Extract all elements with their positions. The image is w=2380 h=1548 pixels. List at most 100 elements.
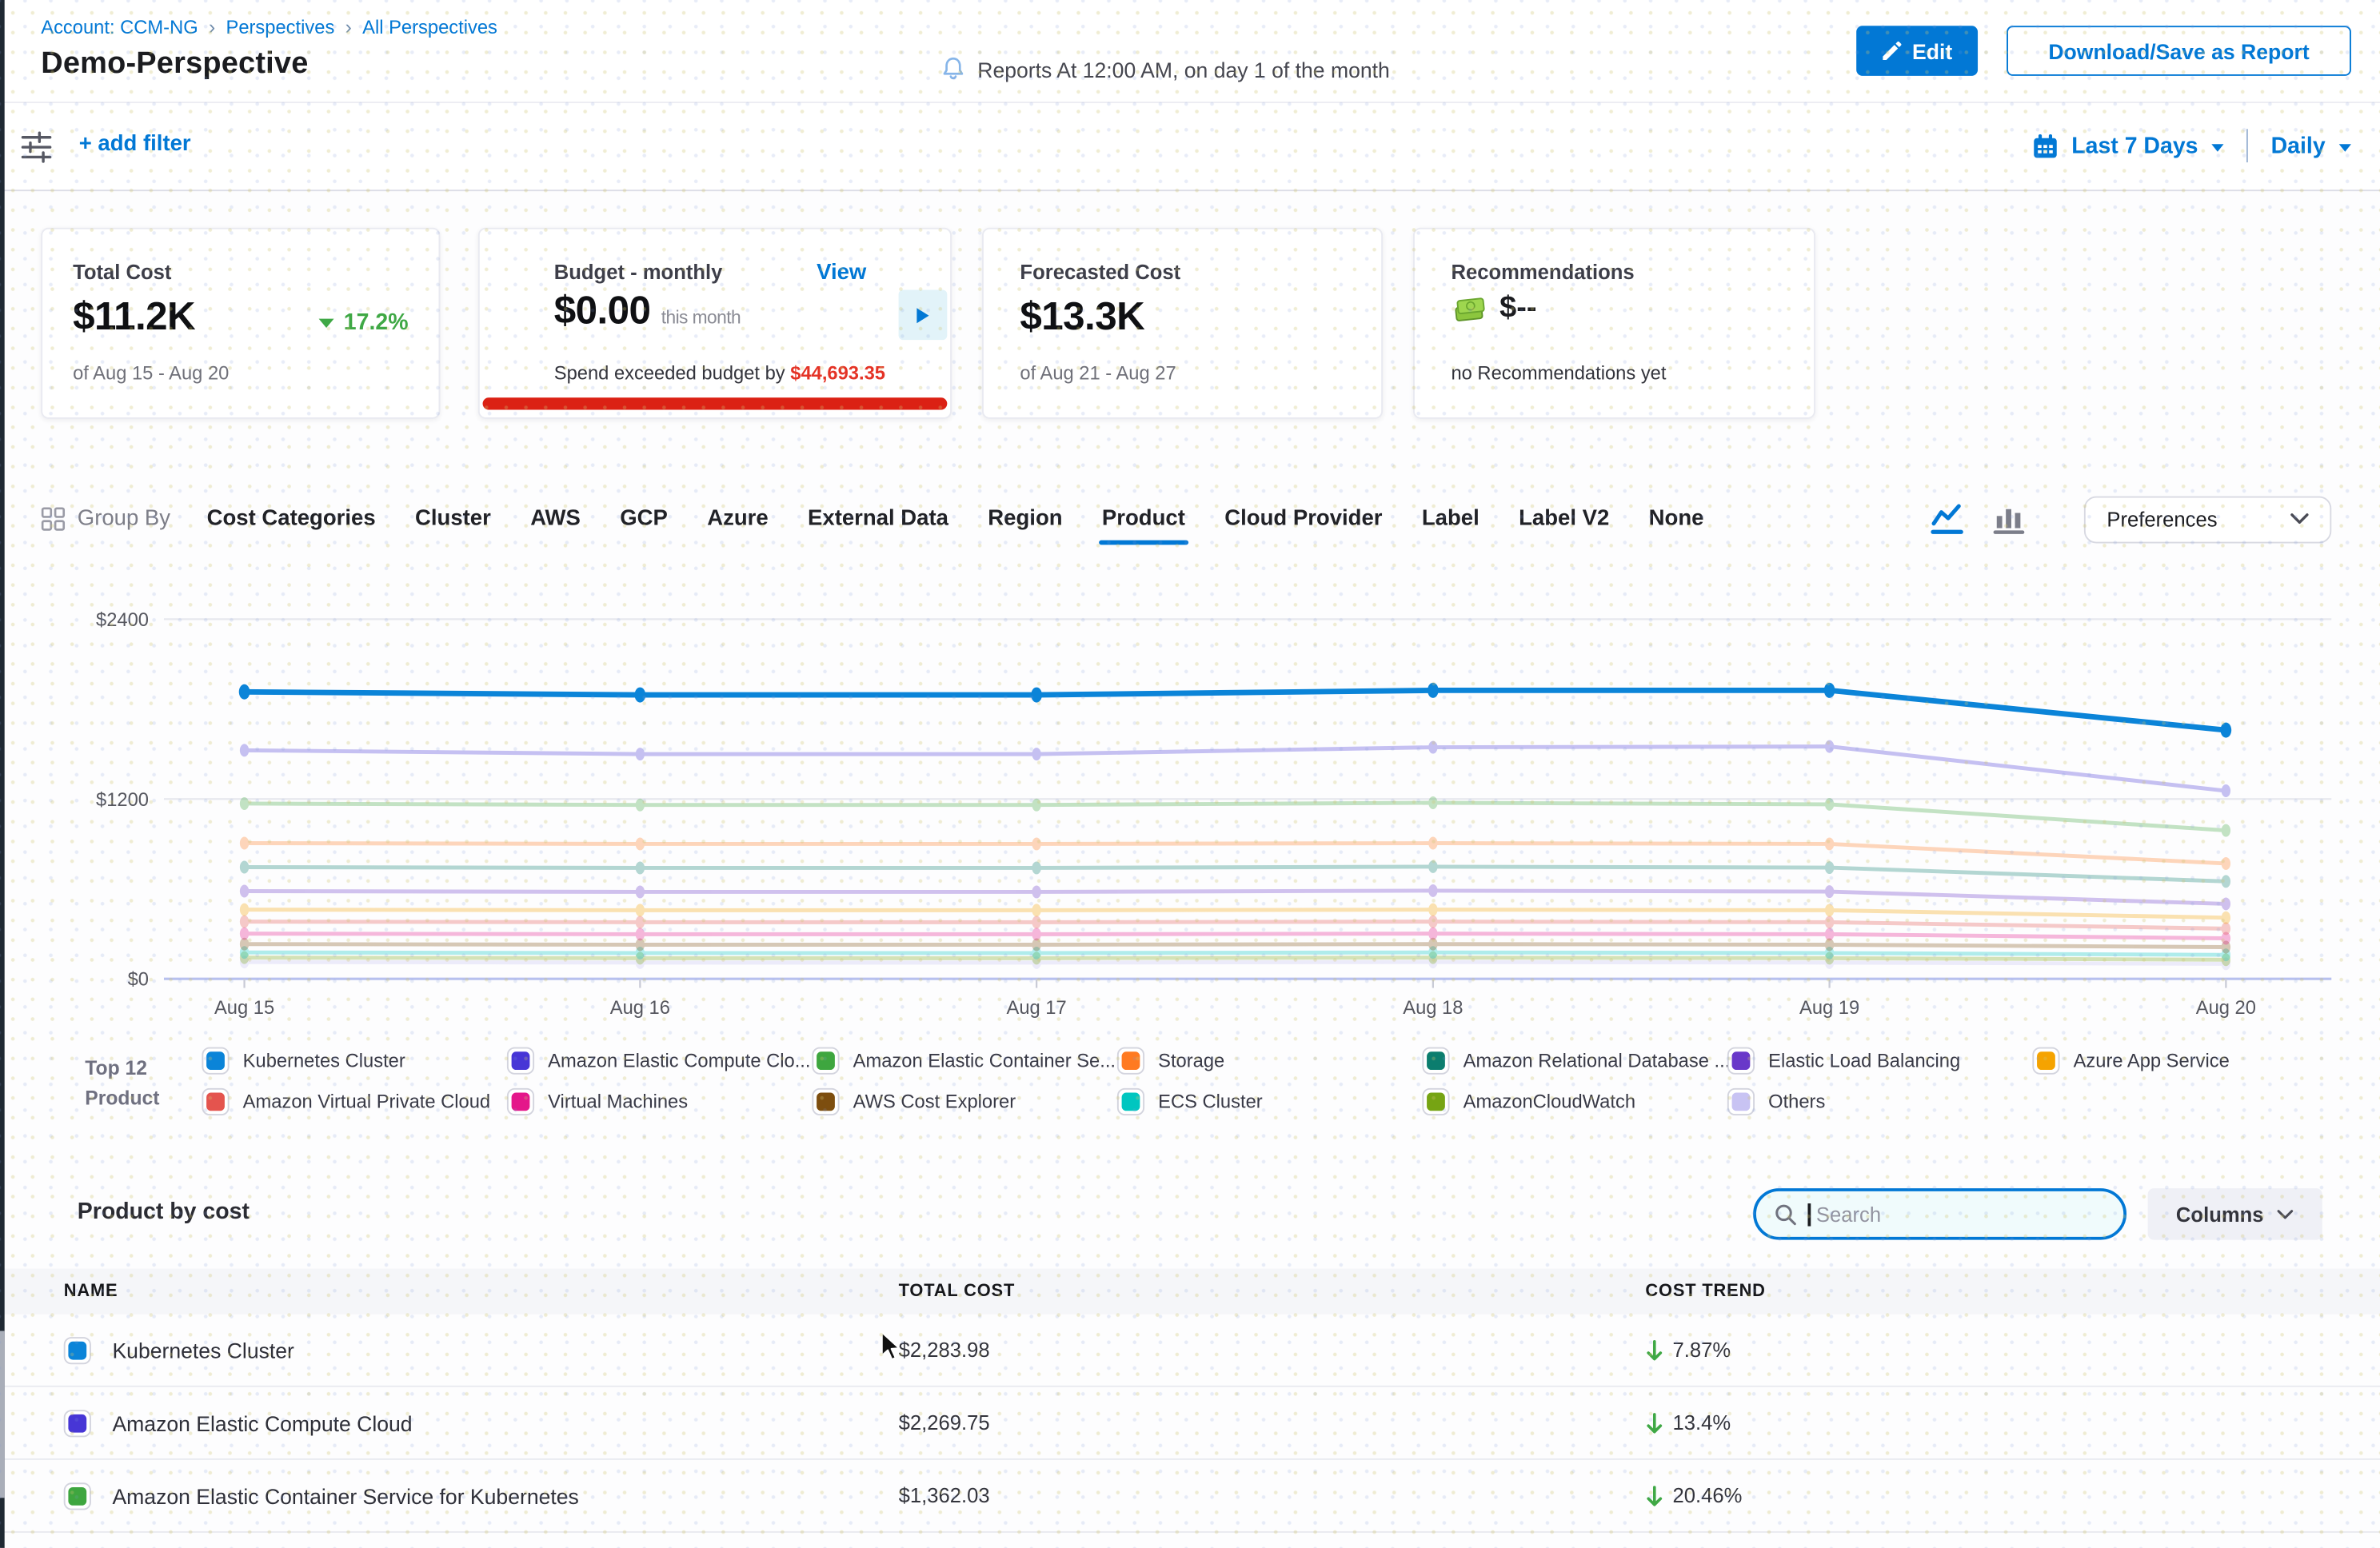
edit-button[interactable]: Edit [1856, 26, 1978, 76]
legend-item-amazoncloudwatch[interactable]: AmazonCloudWatch [1422, 1088, 1727, 1115]
tab-product[interactable]: Product [1102, 507, 1185, 531]
data-point-marker[interactable] [1824, 683, 1835, 698]
data-point-marker[interactable] [1428, 884, 1437, 897]
data-point-marker[interactable] [1428, 916, 1437, 928]
legend-item-aws-cost-explorer[interactable]: AWS Cost Explorer [812, 1088, 1116, 1115]
tab-region[interactable]: Region [988, 507, 1062, 531]
legend-item-elastic-load-balancing[interactable]: Elastic Load Balancing [1727, 1047, 2032, 1075]
date-range-caret-icon[interactable] [2212, 143, 2224, 150]
legend-item-storage[interactable]: Storage [1117, 1047, 1422, 1075]
data-point-marker[interactable] [636, 885, 645, 898]
series-kubernetes-cluster[interactable] [239, 683, 2231, 738]
data-point-marker[interactable] [636, 837, 645, 850]
data-point-marker[interactable] [240, 797, 249, 810]
filter-sliders-icon[interactable] [18, 129, 55, 166]
tab-cost-categories[interactable]: Cost Categories [207, 507, 376, 531]
data-point-marker[interactable] [636, 928, 645, 940]
data-point-marker[interactable] [2222, 857, 2230, 870]
breadcrumb-link-all-perspectives[interactable]: All Perspectives [362, 16, 497, 38]
data-point-marker[interactable] [1032, 916, 1040, 928]
data-point-marker[interactable] [636, 904, 645, 916]
data-point-marker[interactable] [1825, 740, 1834, 753]
line-chart-icon[interactable] [1931, 503, 1968, 535]
header-cost-trend[interactable]: COST TREND [1645, 1283, 2380, 1301]
data-point-marker[interactable] [1428, 904, 1437, 916]
series-amazon-elastic-container-service-for-kubernetes[interactable] [240, 796, 2230, 836]
data-point-marker[interactable] [636, 916, 645, 928]
header-total-cost[interactable]: TOTAL COST [899, 1283, 1646, 1301]
data-point-marker[interactable] [1825, 798, 1834, 811]
data-point-marker[interactable] [240, 916, 249, 928]
legend-item-others[interactable]: Others [1727, 1088, 2032, 1115]
data-point-marker[interactable] [2221, 723, 2232, 738]
data-point-marker[interactable] [1032, 928, 1040, 940]
data-point-marker[interactable] [1428, 796, 1437, 809]
data-point-marker[interactable] [636, 799, 645, 812]
legend-item-amazon-elastic-compute-clo[interactable]: Amazon Elastic Compute Clo... [507, 1047, 812, 1075]
data-point-marker[interactable] [1032, 861, 1040, 874]
budget-expand-button[interactable] [899, 290, 948, 341]
tab-cluster[interactable]: Cluster [415, 507, 491, 531]
data-point-marker[interactable] [239, 684, 250, 700]
data-point-marker[interactable] [636, 748, 645, 760]
legend-item-amazon-relational-database[interactable]: Amazon Relational Database ... [1422, 1047, 1727, 1075]
series-amazon-relational-database-service[interactable] [240, 860, 2230, 888]
data-point-marker[interactable] [2222, 824, 2230, 837]
tab-gcp[interactable]: GCP [620, 507, 668, 531]
scrollbar-thumb[interactable] [0, 1331, 5, 1498]
table-row-kubernetes-cluster[interactable]: Kubernetes Cluster$2,283.987.87% [0, 1315, 2380, 1387]
data-point-marker[interactable] [240, 744, 249, 756]
data-point-marker[interactable] [2222, 922, 2230, 935]
search-box[interactable] [1753, 1188, 2126, 1240]
data-point-marker[interactable] [1032, 904, 1040, 916]
tab-label[interactable]: Label [1422, 507, 1480, 531]
table-row-amazon-elastic-compute-cloud[interactable]: Amazon Elastic Compute Cloud$2,269.7513.… [0, 1387, 2380, 1460]
legend-item-kubernetes-cluster[interactable]: Kubernetes Cluster [202, 1047, 506, 1075]
data-point-marker[interactable] [1428, 837, 1437, 850]
series-virtual-machines[interactable] [240, 928, 2230, 945]
data-point-marker[interactable] [1825, 904, 1834, 916]
legend-item-amazon-virtual-private-cloud[interactable]: Amazon Virtual Private Cloud [202, 1088, 506, 1115]
legend-item-virtual-machines[interactable]: Virtual Machines [507, 1088, 812, 1115]
table-row-amazon-elastic-container-service-for-kubernetes[interactable]: Amazon Elastic Container Service for Kub… [0, 1460, 2380, 1533]
data-point-marker[interactable] [2222, 875, 2230, 888]
data-point-marker[interactable] [240, 861, 249, 874]
tab-external-data[interactable]: External Data [808, 507, 948, 531]
data-point-marker[interactable] [1825, 916, 1834, 928]
tab-cloud-provider[interactable]: Cloud Provider [1224, 507, 1382, 531]
header-name[interactable]: NAME [0, 1283, 899, 1301]
columns-dropdown[interactable]: Columns [2148, 1188, 2322, 1240]
add-filter-button[interactable]: + add filter [79, 132, 191, 156]
data-point-marker[interactable] [1032, 885, 1040, 898]
data-point-marker[interactable] [1825, 837, 1834, 850]
tab-label-v2[interactable]: Label V2 [1519, 507, 1609, 531]
cost-chart-svg[interactable]: $2400$1200$0Aug 15Aug 16Aug 17Aug 18Aug … [46, 595, 2338, 1038]
data-point-marker[interactable] [1825, 928, 1834, 940]
granularity-selector[interactable]: Daily [2271, 133, 2326, 158]
preferences-dropdown[interactable]: Preferences [2084, 496, 2331, 543]
data-point-marker[interactable] [1825, 861, 1834, 874]
data-point-marker[interactable] [240, 904, 249, 916]
granularity-caret-icon[interactable] [2339, 143, 2351, 150]
budget-view-link[interactable]: View [817, 261, 866, 285]
data-point-marker[interactable] [635, 688, 646, 703]
legend-item-amazon-elastic-container-se[interactable]: Amazon Elastic Container Se... [812, 1047, 1116, 1075]
data-point-marker[interactable] [240, 837, 249, 850]
data-point-marker[interactable] [1428, 683, 1439, 698]
data-point-marker[interactable] [2222, 784, 2230, 797]
data-point-marker[interactable] [1031, 688, 1042, 703]
tab-aws[interactable]: AWS [530, 507, 581, 531]
series-storage[interactable] [240, 837, 2230, 870]
data-point-marker[interactable] [1428, 928, 1437, 940]
breadcrumb-link-account-ccm-ng[interactable]: Account: CCM-NG [41, 16, 198, 38]
bar-chart-icon[interactable] [1993, 503, 2027, 535]
data-point-marker[interactable] [1428, 741, 1437, 754]
search-input[interactable] [1813, 1201, 2071, 1227]
data-point-marker[interactable] [1032, 748, 1040, 760]
data-point-marker[interactable] [240, 885, 249, 898]
breadcrumb-link-perspectives[interactable]: Perspectives [226, 16, 334, 38]
data-point-marker[interactable] [636, 861, 645, 874]
date-range-selector[interactable]: Last 7 Days [2071, 133, 2198, 158]
data-point-marker[interactable] [2222, 912, 2230, 924]
tab-azure[interactable]: Azure [707, 507, 768, 531]
